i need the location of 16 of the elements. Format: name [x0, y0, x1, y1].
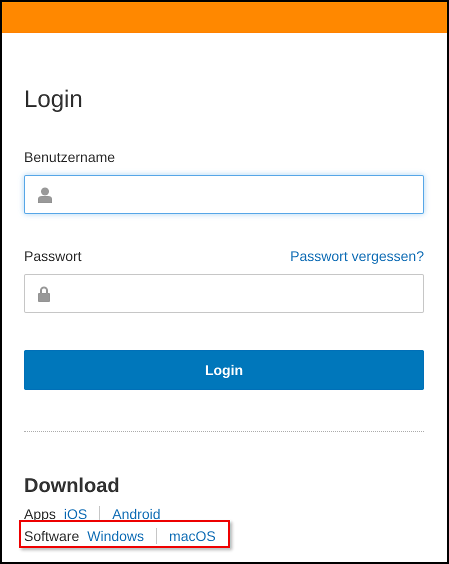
login-button[interactable]: Login [24, 350, 424, 390]
download-link[interactable]: iOS [64, 506, 88, 522]
row-label: Software [24, 528, 80, 544]
user-icon [38, 186, 52, 202]
section-heading: Download [24, 474, 121, 499]
username-field[interactable] [24, 175, 424, 214]
password-field[interactable] [24, 274, 424, 313]
lock-icon [38, 286, 50, 302]
download-link[interactable]: Android [112, 506, 161, 522]
page-title: Login [24, 85, 84, 115]
download-link[interactable]: macOS [169, 528, 216, 544]
download-link[interactable]: Windows [87, 528, 144, 544]
forgot-password-link[interactable]: Passwort vergessen? [290, 248, 424, 264]
field-label: Passwort [24, 248, 82, 264]
row-label: Apps [24, 506, 56, 522]
field-label: Benutzername [24, 149, 116, 165]
